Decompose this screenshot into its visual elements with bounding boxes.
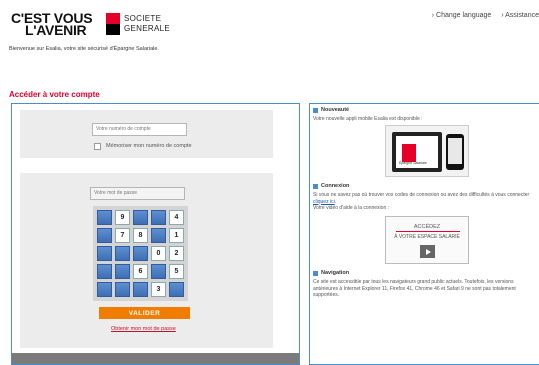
help-link[interactable]: cliquez ici [313, 199, 335, 205]
keypad-key-8[interactable]: 8 [133, 228, 148, 243]
welcome-text: Bienvenue sur Esalia, votre site sécuris… [9, 46, 159, 52]
keypad-blank-key[interactable] [133, 246, 148, 261]
help-video[interactable]: ACCÉDEZ À VOTRE ESPACE SALARIÉ [385, 216, 469, 264]
bullet-square-icon [313, 107, 318, 113]
remember-checkbox[interactable] [94, 143, 101, 150]
keypad-blank-key[interactable] [97, 246, 112, 261]
forgot-password-link[interactable]: Obtenir mon mot de passe [111, 326, 176, 332]
change-language-link[interactable]: › Change language [432, 12, 492, 19]
keypad-blank-key[interactable] [133, 210, 148, 225]
password-box: Votre mot de passe 9 4 78 102 6 53 VALIDER Ob… [20, 173, 273, 348]
video-intro: Votre vidéo d'aide à la connexion : [313, 205, 390, 211]
keypad-blank-key[interactable] [133, 282, 148, 297]
news-text: Votre nouvelle appli mobile Esalia est d… [313, 116, 423, 122]
video-divider [396, 231, 460, 232]
keypad-key-1[interactable]: 1 [169, 228, 184, 243]
connexion-text: Si vous ne savez pas où trouver vos code… [313, 192, 538, 212]
info-panel: Nouveauté Votre nouvelle appli mobile Es… [309, 103, 539, 365]
account-number-input[interactable]: Votre numéro de compte [92, 123, 187, 136]
keypad-blank-key[interactable] [115, 264, 130, 279]
navigation-heading: Navigation [313, 270, 349, 276]
logo[interactable]: C'EST VOUS L'AVENIR SOCIETE GENERALE [11, 11, 171, 39]
virtual-keypad: 9 4 78 102 6 53 [93, 206, 188, 301]
keypad-key-2[interactable]: 2 [169, 246, 184, 261]
keypad-key-9[interactable]: 9 [115, 210, 130, 225]
bank-name: SOCIETE GENERALE [124, 14, 170, 33]
keypad-blank-key[interactable] [151, 228, 166, 243]
brand-line2: L'AVENIR [25, 22, 87, 38]
news-heading: Nouveauté [313, 107, 349, 113]
keypad-blank-key[interactable] [169, 282, 184, 297]
video-subtitle: À VOTRE ESPACE SALARIÉ [394, 234, 460, 240]
keypad-blank-key[interactable] [97, 264, 112, 279]
remember-label: Mémoriser mon numéro de compte [106, 143, 192, 149]
keypad-blank-key[interactable] [115, 246, 130, 261]
password-input[interactable]: Votre mot de passe [90, 187, 185, 200]
keypad-key-4[interactable]: 4 [169, 210, 184, 225]
phone-icon [446, 134, 464, 170]
top-links: › Change language › Assistance [424, 12, 539, 19]
mobile-app-image[interactable]: Épargne Salariale [385, 125, 469, 177]
keypad-blank-key[interactable] [151, 210, 166, 225]
panel-footer-bar [12, 353, 299, 364]
keypad-key-0[interactable]: 0 [151, 246, 166, 261]
keypad-blank-key[interactable] [151, 264, 166, 279]
keypad-blank-key[interactable] [97, 210, 112, 225]
keypad-blank-key[interactable] [97, 282, 112, 297]
keypad-key-3[interactable]: 3 [151, 282, 166, 297]
bullet-square-icon [313, 183, 318, 189]
play-icon[interactable] [420, 245, 435, 258]
bullet-square-icon [313, 270, 318, 276]
keypad-key-6[interactable]: 6 [133, 264, 148, 279]
section-title: Accéder à votre compte [9, 90, 100, 99]
validate-button[interactable]: VALIDER [99, 307, 190, 319]
video-title: ACCÉDEZ [413, 224, 441, 230]
keypad-blank-key[interactable] [115, 282, 130, 297]
assistance-link[interactable]: › Assistance [501, 12, 539, 19]
societe-generale-flag-icon [106, 13, 120, 35]
keypad-blank-key[interactable] [97, 228, 112, 243]
keypad-key-7[interactable]: 7 [115, 228, 130, 243]
keypad-key-5[interactable]: 5 [169, 264, 184, 279]
account-box: Votre numéro de compte Mémoriser mon num… [20, 110, 273, 158]
connexion-heading: Connexion [313, 183, 349, 189]
tablet-icon: Épargne Salariale [392, 132, 442, 172]
navigation-text: Ce site est accessible par tous les navi… [313, 279, 516, 298]
login-panel: Votre numéro de compte Mémoriser mon num… [11, 103, 300, 365]
